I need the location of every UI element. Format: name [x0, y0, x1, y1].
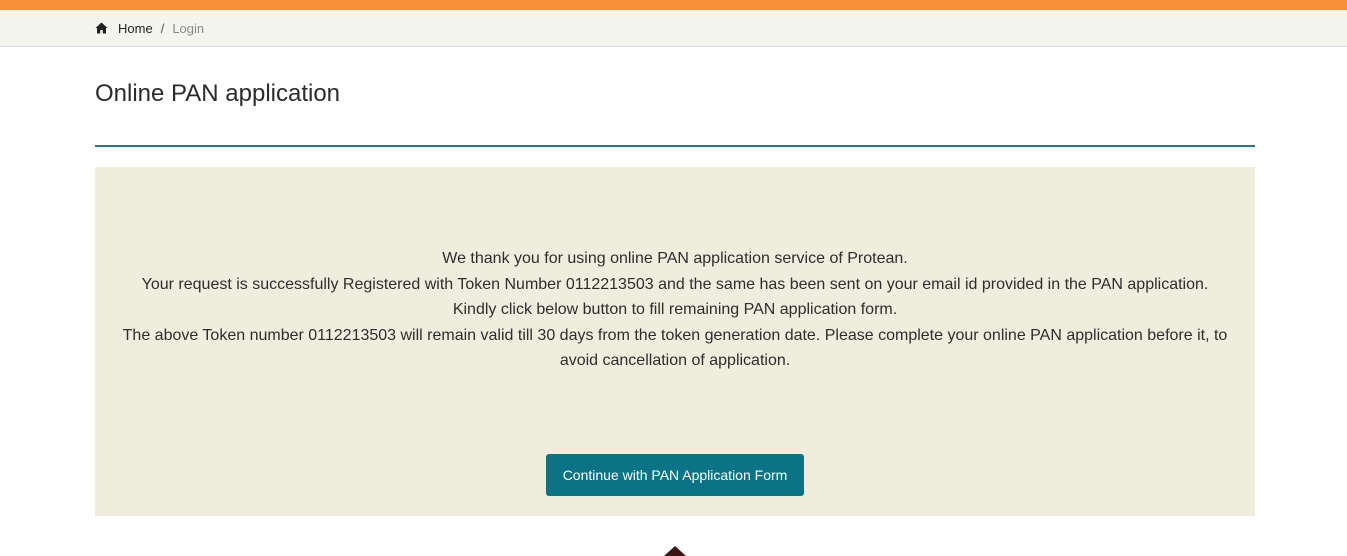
continue-application-button[interactable]: Continue with PAN Application Form — [546, 454, 804, 496]
chevron-up-icon[interactable] — [664, 546, 686, 556]
breadcrumb-separator: / — [160, 20, 165, 36]
breadcrumb: Home / Login — [95, 10, 204, 46]
title-divider — [95, 145, 1255, 147]
message-registration: Your request is successfully Registered … — [141, 275, 1209, 293]
breadcrumb-home-link[interactable]: Home — [118, 21, 153, 36]
confirmation-panel: We thank you for using online PAN applic… — [95, 167, 1255, 516]
message-instruction: Kindly click below button to fill remain… — [452, 301, 898, 318]
confirmation-message: We thank you for using online PAN applic… — [95, 246, 1255, 374]
home-icon[interactable] — [95, 21, 109, 35]
message-thank-you: We thank you for using online PAN applic… — [442, 250, 908, 267]
page-title: Online PAN application — [95, 80, 341, 107]
breadcrumb-current: Login — [172, 20, 205, 36]
top-accent-strip — [0, 0, 1347, 10]
breadcrumb-bar: Home / Login — [0, 10, 1347, 47]
message-validity: The above Token number 0112213503 will r… — [122, 326, 1228, 370]
